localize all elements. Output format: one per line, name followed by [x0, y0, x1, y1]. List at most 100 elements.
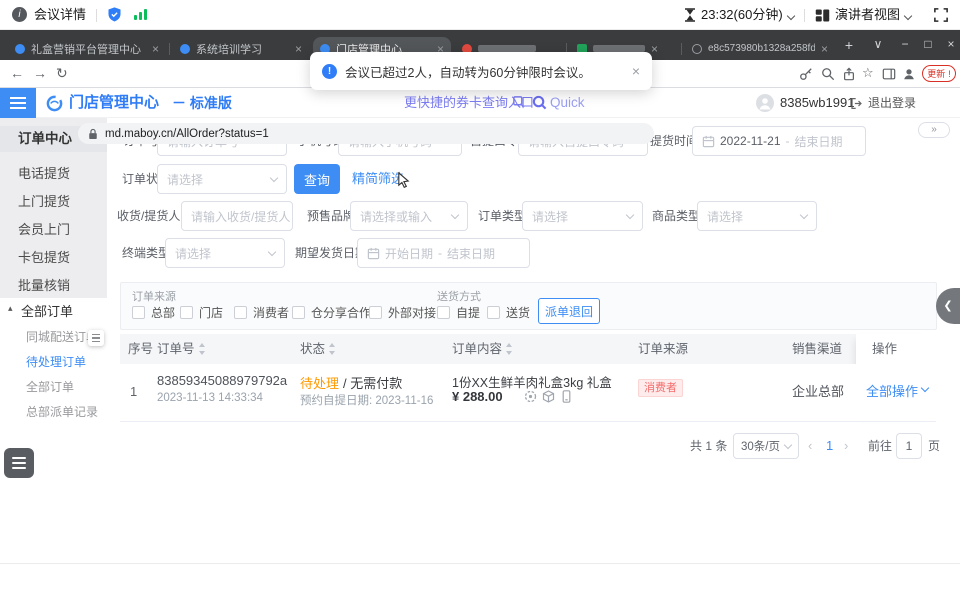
brand-select[interactable]: 请选择或输入: [350, 201, 468, 231]
checkbox[interactable]: [180, 306, 193, 319]
meeting-detail-label[interactable]: 会议详情: [34, 0, 86, 30]
checkbox[interactable]: [292, 306, 305, 319]
chevron-down-icon: [626, 210, 634, 218]
back-icon[interactable]: ←: [10, 65, 24, 81]
col-order-no[interactable]: 订单号: [157, 334, 206, 364]
maximize-icon[interactable]: □: [919, 37, 937, 51]
shield-check-icon[interactable]: [106, 6, 123, 23]
checkbox[interactable]: [437, 306, 450, 319]
browser-tab-hash[interactable]: e8c573980b1328a258fd2e6f8 ×: [685, 37, 835, 60]
dispatch-return-button[interactable]: 派单退回: [538, 298, 600, 324]
checkbox[interactable]: [487, 306, 500, 319]
close-icon[interactable]: ×: [295, 43, 302, 55]
sort-icon[interactable]: [505, 343, 513, 355]
sidebar-item-phone-pickup[interactable]: 电话提货: [18, 164, 70, 184]
search-button[interactable]: 查询: [294, 164, 340, 194]
checkbox[interactable]: [132, 306, 145, 319]
update-chip[interactable]: 更新!: [922, 65, 956, 82]
all-actions-link[interactable]: 全部操作: [866, 381, 918, 400]
checkbox-external[interactable]: 外部对接: [369, 304, 436, 321]
search-icon[interactable]: [532, 95, 547, 110]
chevron-down-icon: [268, 247, 276, 255]
next-page-icon[interactable]: ›: [844, 433, 848, 459]
order-badge-icon[interactable]: [524, 390, 537, 403]
alert-icon: !: [948, 69, 951, 79]
menu-toggle-button[interactable]: [0, 88, 36, 118]
close-icon[interactable]: ×: [821, 43, 828, 55]
prev-page-icon[interactable]: ‹: [808, 433, 812, 459]
checkbox-hq[interactable]: 总部: [132, 304, 175, 321]
click-icon[interactable]: [513, 96, 527, 110]
current-page[interactable]: 1: [826, 433, 833, 459]
share-icon[interactable]: [842, 67, 856, 81]
checkbox-self-pickup[interactable]: 自提: [437, 304, 480, 321]
info-icon[interactable]: i: [12, 7, 27, 22]
col-status[interactable]: 状态: [300, 334, 336, 364]
logout-icon[interactable]: [850, 97, 863, 110]
goto-page-input[interactable]: 1: [896, 433, 922, 459]
quick-label[interactable]: Quick: [550, 88, 585, 118]
checkbox-consumer[interactable]: 消费者: [234, 304, 289, 321]
checkbox-delivery[interactable]: 送货: [487, 304, 530, 321]
sidebar-subitem-hq-dispatch-log[interactable]: 总部派单记录: [26, 403, 98, 421]
sort-icon[interactable]: [328, 343, 336, 355]
collapse-toggle-button[interactable]: »: [918, 122, 950, 138]
sort-icon[interactable]: [198, 343, 206, 355]
goods-type-select[interactable]: 请选择: [697, 201, 817, 231]
close-icon[interactable]: ×: [651, 43, 658, 55]
checkbox-warehouse-coop[interactable]: 仓分享合作: [292, 304, 371, 321]
sidebar-subitem-pending-orders[interactable]: 待处理订单: [26, 353, 86, 371]
checkbox[interactable]: [369, 306, 382, 319]
chevron-down-icon[interactable]: [787, 12, 795, 20]
minimize-icon[interactable]: −: [896, 37, 914, 51]
browser-tab-2[interactable]: 系统培训学习 ×: [173, 37, 309, 60]
floating-list-button[interactable]: [4, 448, 34, 478]
fullscreen-icon[interactable]: [934, 8, 948, 22]
pickup-time-range-input[interactable]: 2022-11-21 - 结束日期: [692, 126, 866, 156]
sidebar-item-batch-verify[interactable]: 批量核销: [18, 276, 70, 296]
key-icon[interactable]: [799, 67, 813, 81]
browser-tab-1[interactable]: 礼盒营销平台管理中心 ×: [8, 37, 166, 60]
checkbox[interactable]: [234, 306, 247, 319]
receiver-input[interactable]: 请输入收货/提货人: [181, 201, 293, 231]
close-icon[interactable]: ×: [632, 63, 640, 79]
sidebar-item-member-visit[interactable]: 会员上门: [18, 220, 70, 240]
window-menu-icon[interactable]: ∨: [869, 37, 887, 51]
sidebar-subitem-all-orders[interactable]: 全部订单: [26, 378, 74, 396]
chevron-down-icon[interactable]: [904, 12, 912, 20]
view-mode-label[interactable]: 演讲者视图: [835, 0, 900, 30]
sidebar-drag-handle[interactable]: [88, 330, 104, 346]
order-status-select[interactable]: 请选择: [157, 164, 287, 194]
calendar-icon: [367, 247, 380, 260]
meeting-notification: ! 会议已超过2人，自动转为60分钟限时会议。 ×: [310, 52, 652, 90]
sidebar-item-card-pickup[interactable]: 卡包提货: [18, 248, 70, 268]
col-content[interactable]: 订单内容: [452, 334, 513, 364]
page-size-select[interactable]: 30条/页: [733, 433, 799, 459]
logout-link[interactable]: 退出登录: [868, 88, 916, 118]
bookmark-star-icon[interactable]: ☆: [862, 65, 874, 81]
terminal-type-select[interactable]: 请选择: [165, 238, 285, 268]
username[interactable]: 8385wb1991: [780, 88, 854, 118]
reload-icon[interactable]: ↻: [56, 65, 68, 82]
zoom-icon[interactable]: [821, 67, 835, 81]
checkbox-store[interactable]: 门店: [180, 304, 223, 321]
side-panel-icon[interactable]: [882, 67, 896, 81]
address-bar[interactable]: md.maboy.cn/AllOrder?status=1: [78, 123, 654, 144]
order-price: ¥ 288.00: [452, 389, 503, 404]
tab-title: 系统培训学习: [196, 41, 289, 57]
forward-icon[interactable]: →: [33, 65, 47, 81]
profile-icon[interactable]: [902, 67, 916, 81]
meeting-timer[interactable]: 23:32(60分钟): [701, 0, 783, 30]
side-drawer-tab[interactable]: ❮: [936, 288, 960, 324]
sidebar-item-door-pickup[interactable]: 上门提货: [18, 192, 70, 212]
phone-icon[interactable]: [560, 390, 573, 403]
close-window-icon[interactable]: ×: [942, 37, 960, 51]
expect-date-range-input[interactable]: 开始日期 - 结束日期: [357, 238, 530, 268]
new-tab-button[interactable]: +: [840, 37, 858, 53]
sidebar-group-all-orders[interactable]: 全部订单: [21, 301, 73, 320]
checkbox-label: 仓分享合作: [311, 304, 371, 321]
caret-up-icon[interactable]: ▴: [8, 303, 13, 314]
package-icon[interactable]: [542, 390, 555, 403]
order-type-select[interactable]: 请选择: [522, 201, 643, 231]
close-icon[interactable]: ×: [152, 43, 159, 55]
